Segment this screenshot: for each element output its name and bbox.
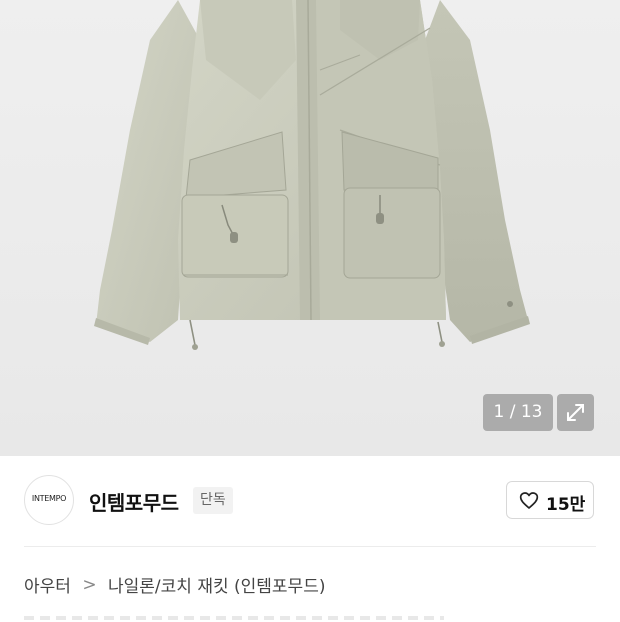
jacket-product-photo	[94, 0, 530, 350]
brand-logo[interactable]: INTEMPO	[24, 475, 74, 525]
image-counter-text: 1 / 13	[493, 402, 543, 422]
breadcrumb: 아우터 > 나일론/코치 재킷 (인템포무드)	[24, 572, 325, 598]
like-count: 15만	[546, 495, 586, 515]
image-counter: 1 / 13	[483, 394, 553, 431]
expand-icon	[567, 404, 584, 421]
brand-row: INTEMPO 인템포무드 단독 15만	[0, 456, 620, 546]
heart-icon	[519, 492, 539, 509]
truncated-product-title	[24, 610, 444, 622]
exclusive-badge: 단독	[193, 487, 233, 514]
expand-button[interactable]	[557, 394, 594, 431]
breadcrumb-item[interactable]: 나일론/코치 재킷 (인템포무드)	[108, 572, 325, 597]
product-image-carousel[interactable]: 1 / 13	[0, 0, 620, 456]
brand-logo-text: INTEMPO	[31, 494, 67, 503]
like-button[interactable]: 15만	[506, 481, 594, 519]
divider	[24, 546, 596, 547]
brand-name[interactable]: 인템포무드	[89, 487, 179, 516]
breadcrumb-category[interactable]: 아우터	[24, 572, 71, 597]
breadcrumb-separator: >	[82, 574, 97, 595]
